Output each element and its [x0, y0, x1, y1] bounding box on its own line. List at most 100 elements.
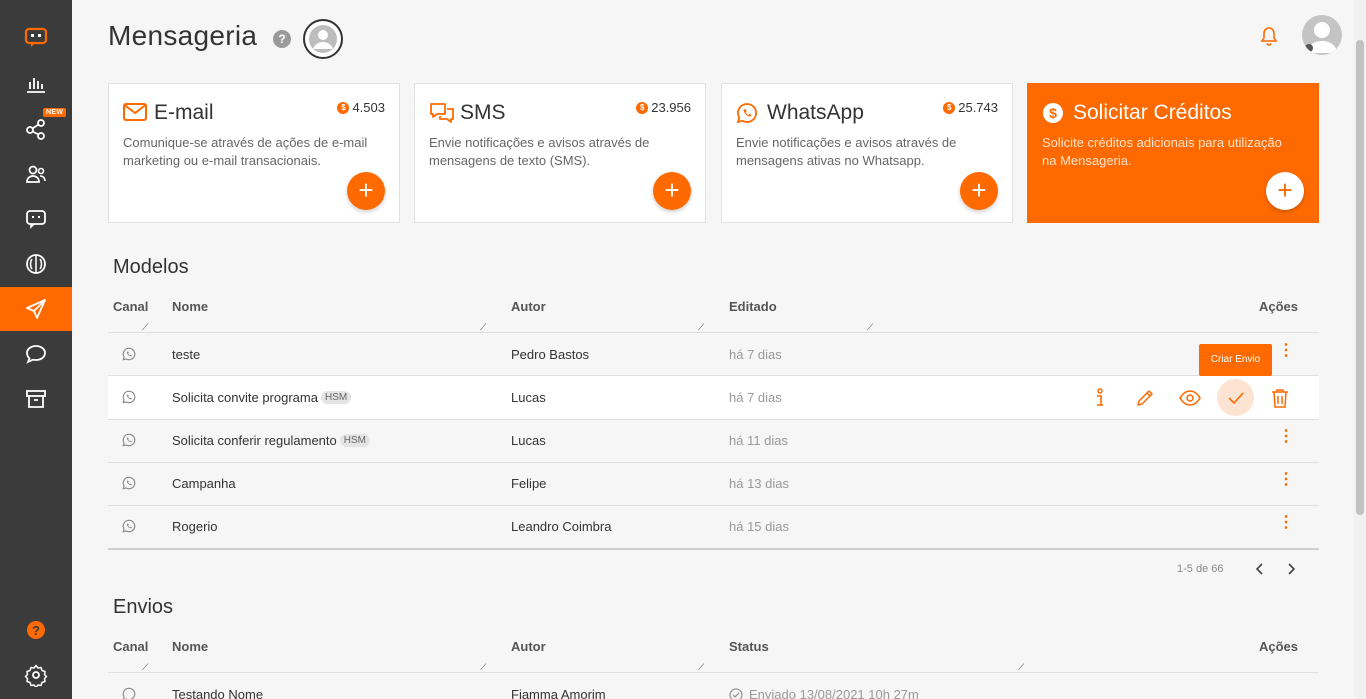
- credits-value: 23.956: [651, 100, 691, 115]
- credits-balance: $4.503: [337, 100, 385, 115]
- row-editado: há 11 dias: [729, 433, 789, 448]
- logo-icon[interactable]: [0, 15, 72, 59]
- scrollbar-thumb[interactable]: [1356, 40, 1364, 515]
- column-header-autor[interactable]: Autor: [511, 639, 546, 654]
- table-row[interactable]: Testando Nome Fiamma Amorim Enviado 13/0…: [108, 673, 1319, 699]
- whatsapp-icon: [122, 519, 136, 533]
- more-actions-icon[interactable]: ⋮: [1278, 472, 1294, 488]
- column-header-acoes: Ações: [1259, 639, 1299, 654]
- trash-icon[interactable]: [1268, 386, 1292, 410]
- row-status: Enviado 13/08/2021 10h 27m: [729, 687, 919, 699]
- main-content: Mensageria ? E-mail $4.503 Comunique-se …: [72, 0, 1366, 699]
- info-icon[interactable]: [1088, 386, 1112, 410]
- tooltip-criar-envio: Criar Envio: [1199, 344, 1272, 376]
- sidebar-item-dashboard[interactable]: [0, 62, 72, 106]
- table-row[interactable]: Solicita convite programa HSM Lucas há 7 …: [108, 376, 1319, 419]
- notification-bell-icon[interactable]: [1260, 26, 1278, 51]
- column-header-autor[interactable]: Autor: [511, 299, 546, 314]
- card-description: Envie notificações e avisos através de m…: [736, 135, 957, 168]
- card-description: Comunique-se através de ações de e-mail …: [123, 135, 368, 168]
- users-icon: [26, 165, 46, 183]
- sidebar-item-mensageria[interactable]: [0, 287, 72, 331]
- coin-icon: $: [943, 101, 956, 114]
- archive-icon: [26, 390, 46, 408]
- create-send-button[interactable]: [1217, 379, 1254, 416]
- sidebar-item-archive[interactable]: [0, 377, 72, 421]
- sidebar-item-ai[interactable]: [0, 242, 72, 286]
- sms-icon: [430, 103, 454, 123]
- add-sms-button[interactable]: +: [653, 172, 691, 210]
- sidebar-item-settings[interactable]: [0, 653, 72, 697]
- card-whatsapp: WhatsApp $25.743 Envie notificações e av…: [721, 83, 1013, 223]
- add-email-button[interactable]: +: [347, 172, 385, 210]
- coin-icon: $: [337, 101, 350, 114]
- card-title: E-mail: [154, 101, 214, 124]
- row-editado: há 13 dias: [729, 476, 789, 491]
- column-header-canal[interactable]: Canal: [113, 639, 148, 654]
- coin-icon: $: [636, 101, 649, 114]
- new-badge: NEW: [43, 108, 67, 117]
- add-whatsapp-button[interactable]: +: [960, 172, 998, 210]
- card-solicitar-creditos: $ Solicitar Créditos Solicite créditos a…: [1027, 83, 1319, 223]
- card-title: Solicitar Créditos: [1073, 101, 1232, 124]
- chatbot-icon: [26, 210, 46, 229]
- row-status-text: Enviado 13/08/2021 10h 27m: [749, 687, 919, 699]
- edit-pencil-icon[interactable]: [1133, 386, 1157, 410]
- table-row[interactable]: Campanha Felipe há 13 dias ⋮: [108, 462, 1319, 505]
- row-nome-text: teste: [172, 347, 201, 362]
- row-nome-text: Testando Nome: [172, 687, 264, 699]
- user-avatar[interactable]: [1302, 15, 1342, 55]
- row-nome: Testando Nome: [172, 687, 263, 699]
- person-icon: [309, 25, 337, 53]
- credits-balance: $23.956: [636, 100, 691, 115]
- row-nome: Solicita conferir regulamento HSM: [172, 433, 370, 448]
- gear-icon: [24, 664, 48, 687]
- table-row[interactable]: Rogerio Leandro Coimbra há 15 dias ⋮: [108, 505, 1319, 548]
- scrollbar[interactable]: [1354, 0, 1366, 699]
- row-autor: Lucas: [511, 433, 546, 448]
- credits-value: 25.743: [958, 100, 998, 115]
- whatsapp-icon: [122, 390, 136, 404]
- whatsapp-icon: [122, 687, 136, 699]
- sidebar-item-contacts[interactable]: [0, 152, 72, 196]
- more-actions-icon[interactable]: ⋮: [1278, 343, 1294, 359]
- chevron-right-icon[interactable]: [1286, 562, 1296, 578]
- row-nome-text: Solicita convite programa: [172, 390, 318, 405]
- sidebar-item-help[interactable]: ?: [0, 608, 72, 652]
- column-header-canal[interactable]: Canal: [113, 299, 148, 314]
- dollar-icon: $: [1043, 103, 1063, 123]
- row-nome-text: Solicita conferir regulamento: [172, 433, 337, 448]
- request-credits-button[interactable]: +: [1266, 172, 1304, 210]
- mail-icon: [123, 103, 147, 121]
- column-header-nome[interactable]: Nome: [172, 639, 208, 654]
- row-nome: teste: [172, 347, 200, 362]
- column-header-acoes: Ações: [1259, 299, 1299, 314]
- table-row[interactable]: Solicita conferir regulamento HSM Lucas h…: [108, 419, 1319, 462]
- svg-text:?: ?: [32, 623, 40, 638]
- more-actions-icon[interactable]: ⋮: [1278, 515, 1294, 531]
- column-header-nome[interactable]: Nome: [172, 299, 208, 314]
- sidebar: NEW ?: [0, 0, 72, 699]
- section-title-modelos: Modelos: [113, 256, 189, 278]
- credits-balance: $25.743: [943, 100, 998, 115]
- pagination-info: 1-5 de 66: [1177, 563, 1224, 575]
- card-sms: SMS $23.956 Envie notificações e avisos …: [414, 83, 706, 223]
- more-actions-icon[interactable]: ⋮: [1278, 429, 1294, 445]
- whatsapp-icon: [122, 433, 136, 447]
- row-editado: há 7 dias: [729, 347, 782, 362]
- table-row[interactable]: teste Pedro Bastos há 7 dias ⋮: [108, 333, 1319, 376]
- card-description: Envie notificações e avisos através de m…: [429, 135, 650, 168]
- sidebar-item-chat[interactable]: [0, 196, 72, 240]
- eye-icon[interactable]: [1178, 386, 1202, 410]
- row-editado: há 15 dias: [729, 519, 789, 534]
- chevron-left-icon[interactable]: [1255, 562, 1265, 578]
- help-icon[interactable]: ?: [273, 30, 291, 48]
- divider: [108, 548, 1319, 550]
- sidebar-item-conversations[interactable]: [0, 332, 72, 376]
- column-header-editado[interactable]: Editado: [729, 299, 777, 314]
- check-icon: [1227, 391, 1244, 404]
- credits-value: 4.503: [352, 100, 385, 115]
- row-nome-text: Campanha: [172, 476, 236, 491]
- column-header-status[interactable]: Status: [729, 639, 769, 654]
- chat-bubble-icon: [26, 345, 46, 364]
